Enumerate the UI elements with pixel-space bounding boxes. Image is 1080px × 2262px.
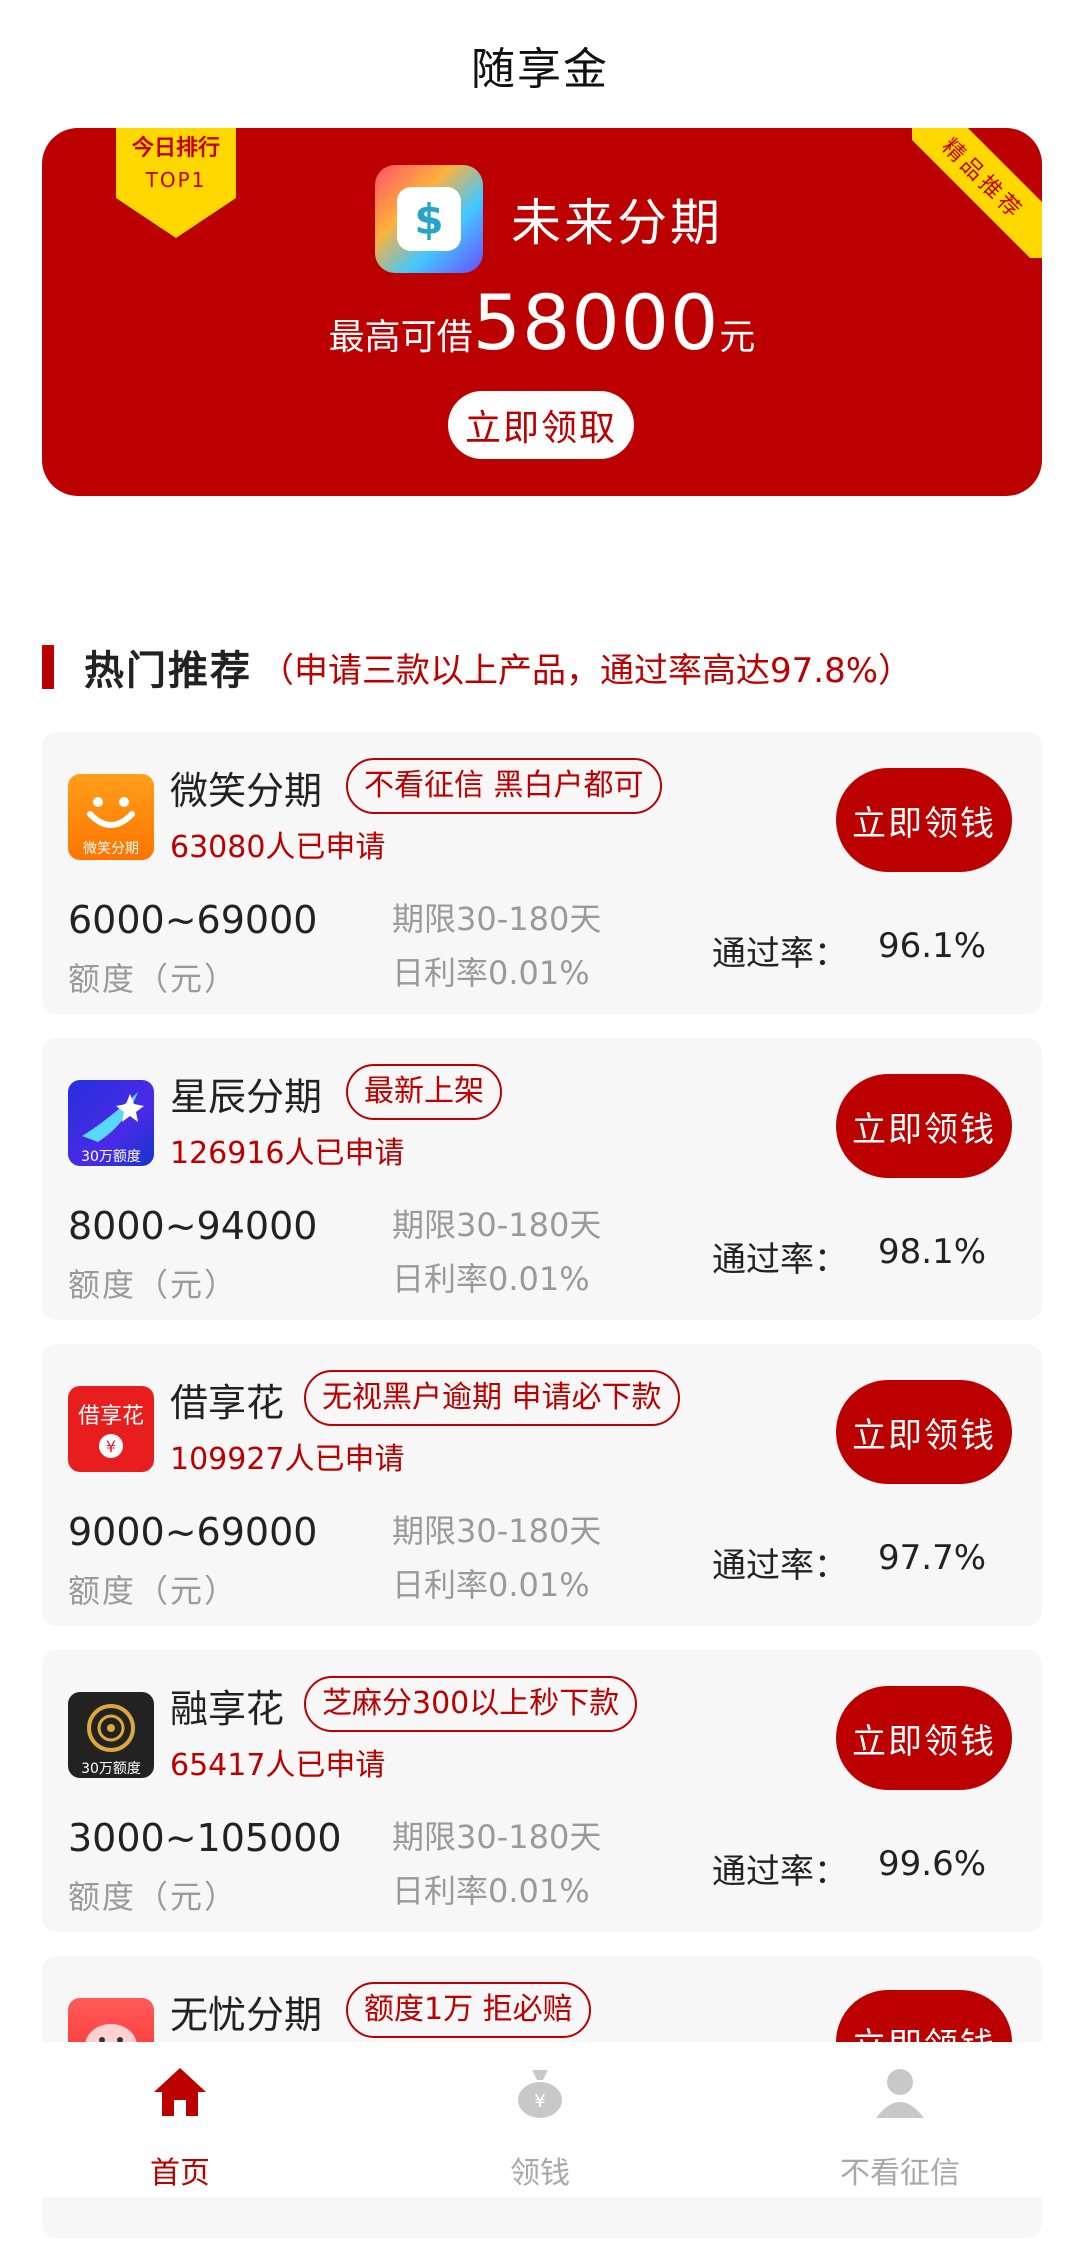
product-name: 无忧分期: [170, 1993, 323, 2037]
page-title: 随享金: [471, 44, 609, 95]
amount-range-label: 额度（元）: [68, 1572, 239, 1610]
product-name: 融享花: [170, 1687, 285, 1731]
section-accent-bar: [42, 645, 54, 689]
pass-rate-label: 通过率：: [712, 934, 848, 974]
amount-prefix: 最高可借: [328, 317, 473, 358]
product-tag: 芝麻分300以上秒下款: [304, 1676, 638, 1732]
user-icon: [876, 2069, 924, 2118]
money-bag-icon: ¥: [518, 2070, 562, 2118]
amount-range-label: 额度（元）: [68, 1266, 239, 1304]
product-tag: 额度1万 拒必赔: [346, 1982, 591, 2038]
tab-no-credit-check[interactable]: 不看征信: [720, 2042, 1080, 2197]
loan-term: 期限30-180天: [392, 1206, 602, 1244]
tab-home-label: 首页: [150, 2156, 210, 2191]
get-money-button[interactable]: 立即领钱: [836, 768, 1012, 872]
daily-rate: 日利率0.01%: [392, 1260, 590, 1298]
product-tag: 最新上架: [346, 1064, 502, 1120]
product-name: 微笑分期: [170, 769, 323, 813]
pass-rate-label: 通过率：: [712, 1852, 848, 1892]
loan-term: 期限30-180天: [392, 1818, 602, 1856]
featured-banner[interactable]: 今日排行 TOP1 精品推荐 $ 未来分期 最高可借58000元 立即领取: [42, 128, 1042, 496]
product-card[interactable]: 借享花 ¥ 借享花 无视黑户逾期 申请必下款 109927人已申请 立即领钱 9…: [42, 1344, 1042, 1626]
app-logo-icon: $: [375, 165, 483, 273]
bottom-tab-bar: 首页 ¥ 领钱 不看征信: [0, 2042, 1080, 2197]
product-tag: 无视黑户逾期 申请必下款: [304, 1370, 680, 1426]
amount-range: 8000~94000: [68, 1204, 318, 1248]
applied-count: 65417人已申请: [170, 1748, 386, 1783]
rank-line1: 今日排行: [131, 136, 220, 161]
logo-caption: 30万额度: [81, 1761, 141, 1777]
applied-count: 126916人已申请: [170, 1136, 405, 1171]
amount-value: 58000: [472, 278, 720, 367]
pass-rate-value: 99.6%: [878, 1844, 987, 1884]
product-card[interactable]: 30万额度 星辰分期 最新上架 126916人已申请 立即领钱 8000~940…: [42, 1038, 1042, 1320]
loan-term: 期限30-180天: [392, 1512, 602, 1550]
gold-emblem-icon: 30万额度: [68, 1692, 154, 1778]
svg-text:¥: ¥: [106, 1437, 116, 1456]
section-header: 热门推荐 （申请三款以上产品，通过率高达97.8%）: [42, 638, 912, 696]
claim-button[interactable]: 立即领取: [448, 391, 634, 459]
home-icon: [154, 2068, 206, 2116]
svg-text:¥: ¥: [534, 2091, 545, 2112]
product-name: 借享花: [170, 1381, 285, 1425]
product-list: 微笑分期 微笑分期 不看征信 黑白户都可 63080人已申请 立即领钱 6000…: [42, 732, 1042, 2262]
applied-count: 63080人已申请: [170, 830, 386, 865]
logo-caption: 30万额度: [81, 1149, 141, 1165]
corner-tag: 精品推荐: [912, 128, 1042, 258]
pass-rate-label: 通过率：: [712, 1546, 848, 1586]
corner-tag-label: 精品推荐: [936, 134, 1028, 226]
tab-no-credit-check-label: 不看征信: [840, 2156, 960, 2191]
pass-rate-value: 97.7%: [878, 1538, 987, 1578]
banner-amount: 最高可借58000元: [42, 278, 1042, 367]
amount-range-label: 额度（元）: [68, 960, 239, 998]
tab-get-money[interactable]: ¥ 领钱: [360, 2042, 720, 2197]
section-title: 热门推荐: [84, 648, 252, 694]
rank-ribbon: 今日排行 TOP1: [116, 128, 236, 238]
get-money-button[interactable]: 立即领钱: [836, 1380, 1012, 1484]
amount-range-label: 额度（元）: [68, 1878, 239, 1916]
banner-app-name: 未来分期: [511, 194, 723, 252]
shooting-star-icon: 30万额度: [68, 1080, 154, 1166]
smile-face-icon: 微笑分期: [68, 774, 154, 860]
product-card[interactable]: 微笑分期 微笑分期 不看征信 黑白户都可 63080人已申请 立即领钱 6000…: [42, 732, 1042, 1014]
tab-home[interactable]: 首页: [0, 2042, 360, 2197]
yen-coin-icon: 借享花 ¥: [68, 1386, 154, 1472]
pass-rate-label: 通过率：: [712, 1240, 848, 1280]
product-tag: 不看征信 黑白户都可: [346, 758, 662, 814]
amount-range: 3000~105000: [68, 1816, 342, 1860]
amount-unit: 元: [719, 317, 756, 358]
applied-count: 109927人已申请: [170, 1442, 405, 1477]
product-name: 星辰分期: [170, 1075, 323, 1119]
daily-rate: 日利率0.01%: [392, 1566, 590, 1604]
logo-caption: 微笑分期: [83, 841, 139, 857]
loan-term: 期限30-180天: [392, 900, 602, 938]
section-subtitle: （申请三款以上产品，通过率高达97.8%）: [260, 650, 913, 691]
get-money-button[interactable]: 立即领钱: [836, 1686, 1012, 1790]
pass-rate-value: 98.1%: [878, 1232, 987, 1272]
tab-get-money-label: 领钱: [510, 2156, 570, 2191]
rank-line2: TOP1: [145, 168, 207, 192]
amount-range: 9000~69000: [68, 1510, 318, 1554]
amount-range: 6000~69000: [68, 898, 318, 942]
banner-app: $ 未来分期: [375, 164, 723, 274]
get-money-button[interactable]: 立即领钱: [836, 1074, 1012, 1178]
top-bar: 随享金: [0, 0, 1080, 130]
daily-rate: 日利率0.01%: [392, 1872, 590, 1910]
daily-rate: 日利率0.01%: [392, 954, 590, 992]
pass-rate-value: 96.1%: [878, 926, 987, 966]
product-card[interactable]: 30万额度 融享花 芝麻分300以上秒下款 65417人已申请 立即领钱 300…: [42, 1650, 1042, 1932]
